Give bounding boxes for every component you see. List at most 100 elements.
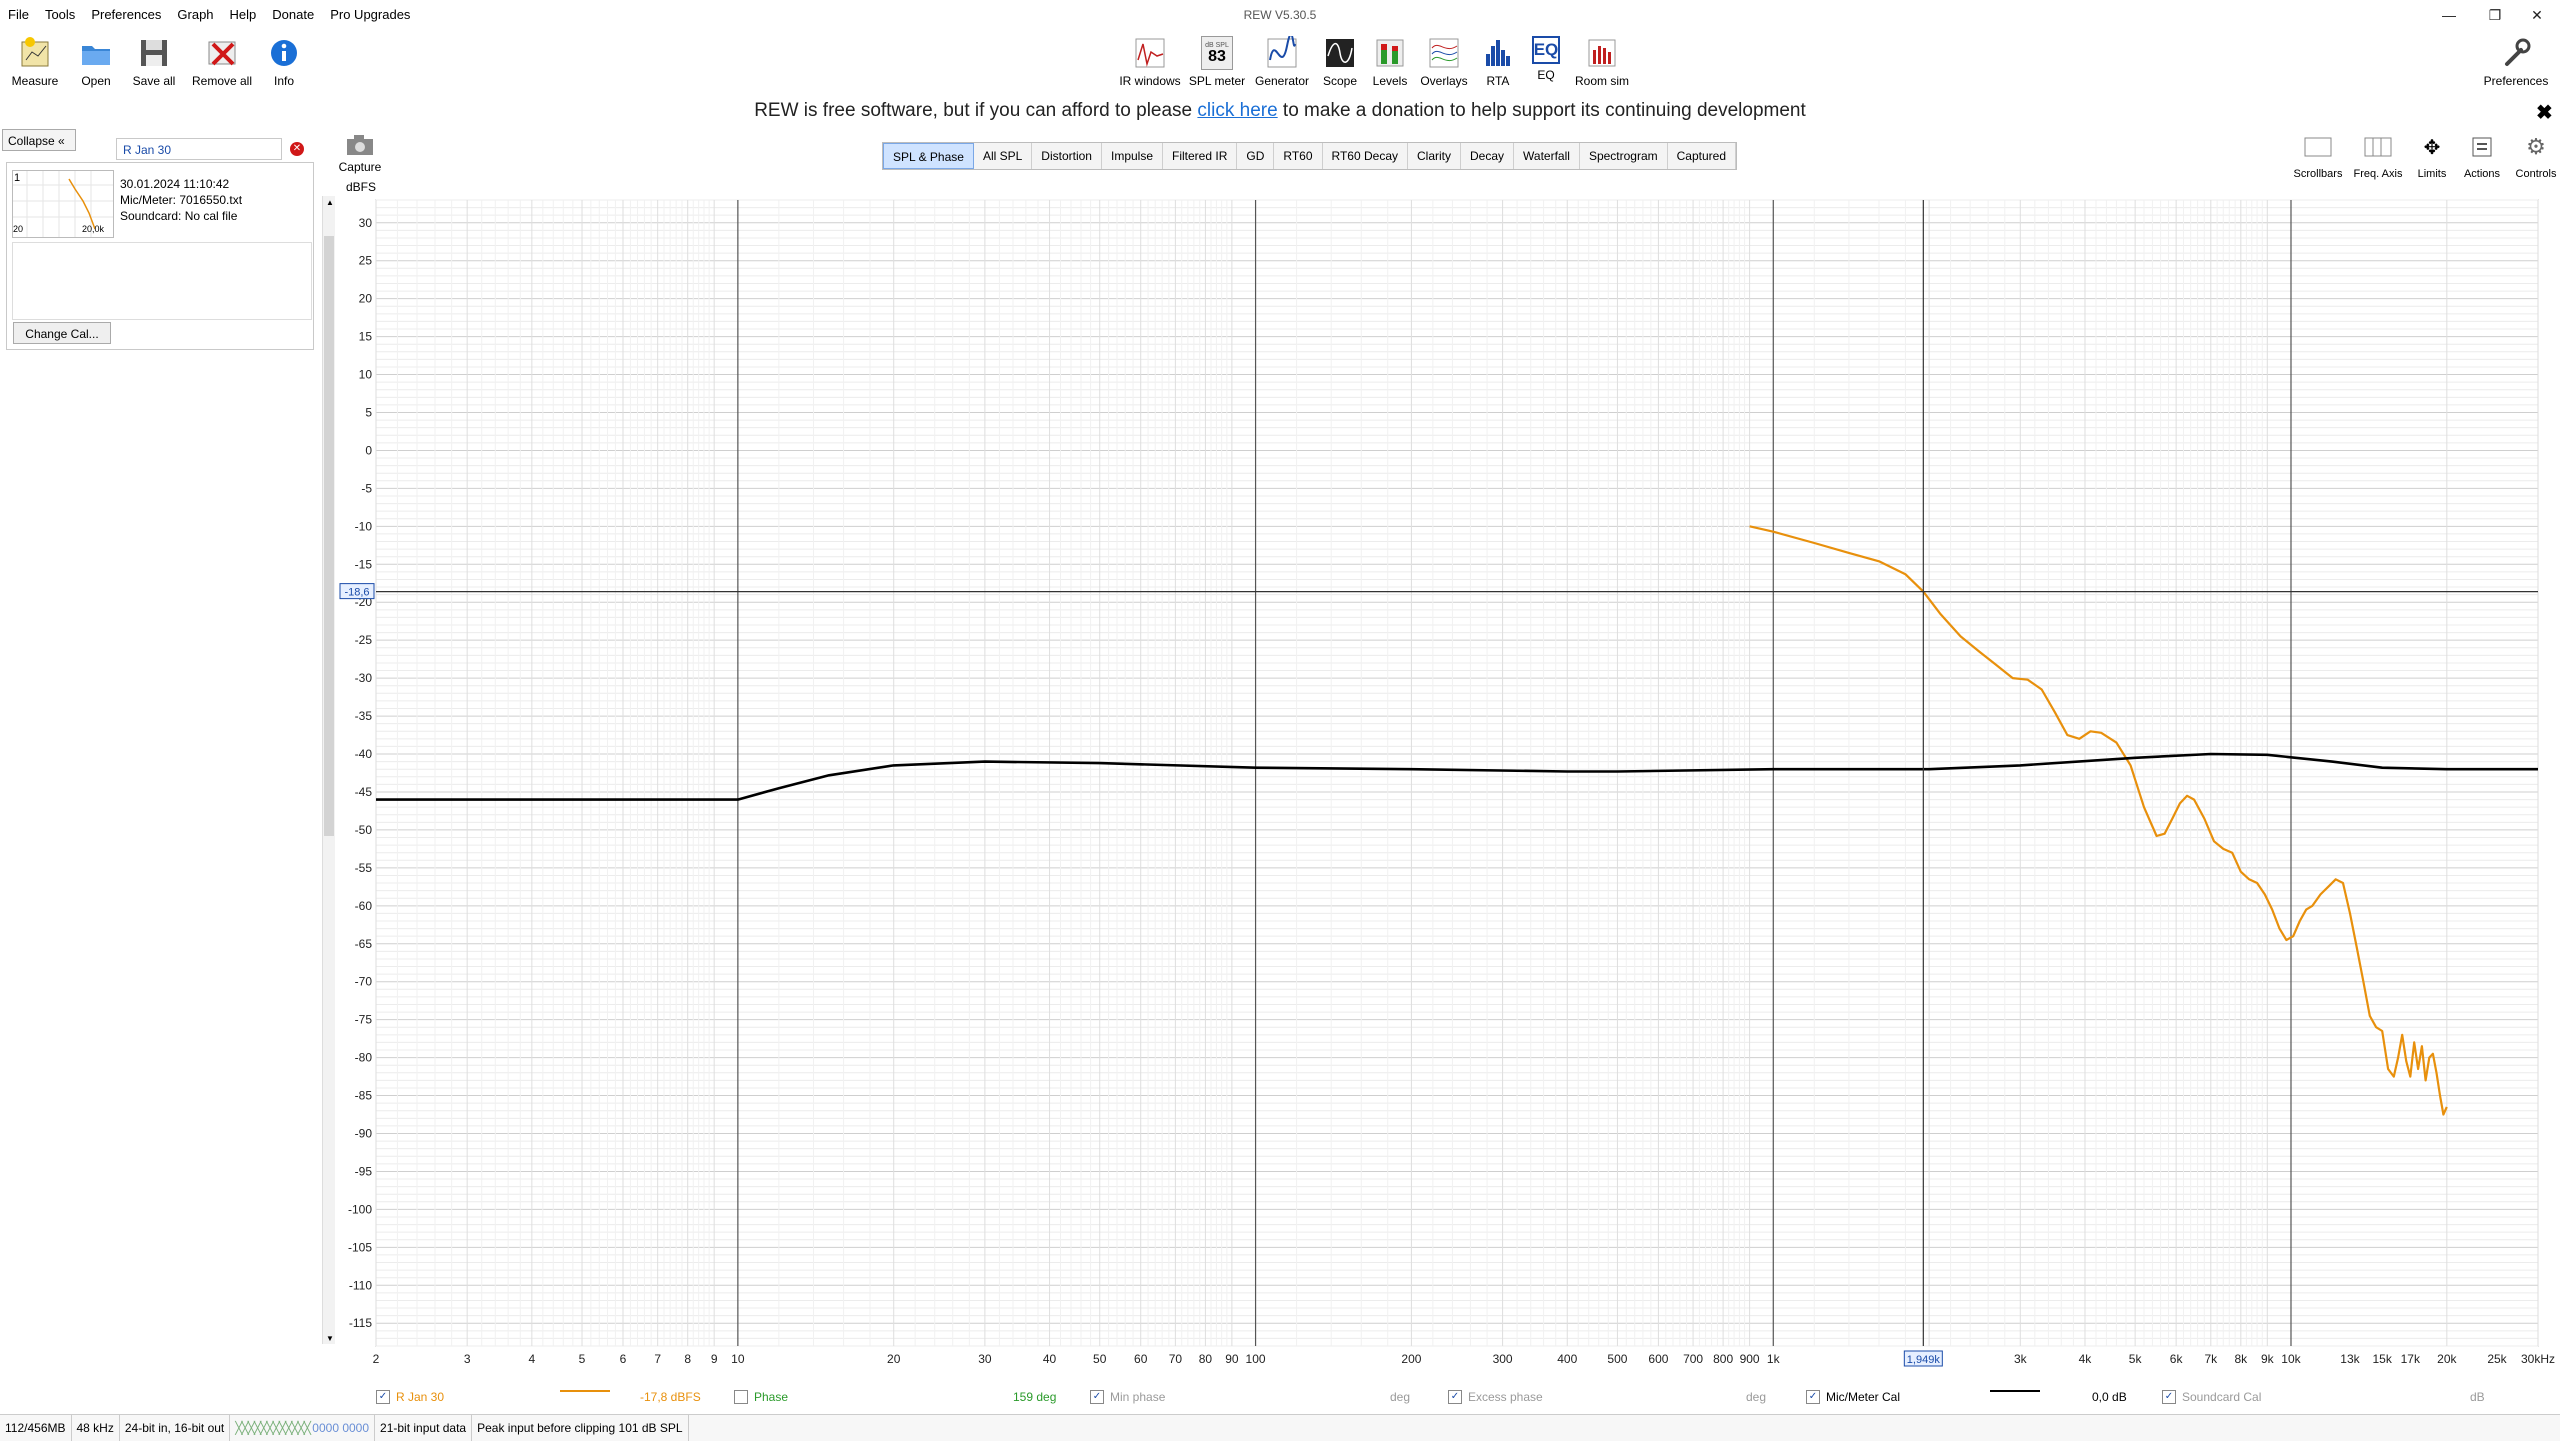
x-tick-label: 400 xyxy=(1557,1352,1577,1366)
series1-swatch xyxy=(560,1390,610,1392)
legend-series1: ✓ R Jan 30 xyxy=(376,1390,444,1404)
status-bar: 112/456MB 48 kHz 24-bit in, 16-bit out ╳… xyxy=(0,1414,2560,1441)
spl-graph[interactable]: 302520151050-5-10-15-20-25-30-35-40-45-5… xyxy=(0,0,2560,1440)
x-tick-label: 30 xyxy=(978,1352,992,1366)
x-tick-label: 40 xyxy=(1043,1352,1057,1366)
x-tick-label: 10 xyxy=(731,1352,745,1366)
x-tick-label: 30kHz xyxy=(2521,1352,2555,1366)
series1-checkbox[interactable]: ✓ xyxy=(376,1390,390,1404)
x-tick-label: 100 xyxy=(1246,1352,1266,1366)
x-axis-ticks: 2 3 4 5 6 7 8 9 10 20 30 40 50 60 70 80 90 100 200 300 400 50… xyxy=(373,1352,2555,1366)
cursor-frequency-label: 1,949k xyxy=(1907,1354,1941,1366)
mic-cal-name: Mic/Meter Cal xyxy=(1826,1390,1901,1404)
x-tick-label: 600 xyxy=(1648,1352,1668,1366)
min-phase-checkbox[interactable]: ✓ xyxy=(1090,1390,1104,1404)
mic-cal-value: 0,0 dB xyxy=(2092,1390,2127,1404)
x-tick-label: 200 xyxy=(1401,1352,1421,1366)
y-tick-label: -115 xyxy=(349,1316,372,1330)
y-tick-label: 0 xyxy=(365,443,372,457)
x-tick-label: 4 xyxy=(529,1352,536,1366)
y-tick-label: -65 xyxy=(355,937,373,951)
x-tick-label: 17k xyxy=(2401,1352,2421,1366)
x-tick-label: 8k xyxy=(2234,1352,2248,1366)
phase-value: 159 deg xyxy=(1013,1390,1057,1404)
y-tick-label: -85 xyxy=(355,1089,373,1103)
y-tick-label: -5 xyxy=(361,481,372,495)
x-tick-label: 25k xyxy=(2487,1352,2507,1366)
input-meter: ╳╳╳╳╳╳╳╳╳╳╳╳ 0000 0000 xyxy=(230,1415,376,1441)
y-tick-label: -50 xyxy=(355,823,373,837)
y-tick-label: -80 xyxy=(355,1051,373,1065)
phase-name: Phase xyxy=(754,1390,789,1404)
x-tick-label: 1k xyxy=(1767,1352,1781,1366)
y-tick-label: -10 xyxy=(355,519,373,533)
y-tick-label: -25 xyxy=(355,633,373,647)
y-tick-label: -90 xyxy=(355,1126,373,1140)
excess-phase-unit: deg xyxy=(1746,1390,1767,1404)
x-tick-label: 800 xyxy=(1713,1352,1733,1366)
x-tick-label: 700 xyxy=(1683,1352,1703,1366)
legend-min-phase: ✓ Min phase xyxy=(1090,1390,1165,1404)
y-tick-label: -60 xyxy=(355,899,373,913)
x-tick-label: 10k xyxy=(2281,1352,2301,1366)
y-tick-label: 5 xyxy=(365,406,372,420)
x-tick-label: 7k xyxy=(2204,1352,2218,1366)
mic-cal-checkbox[interactable]: ✓ xyxy=(1806,1390,1820,1404)
y-tick-label: -30 xyxy=(355,671,373,685)
x-tick-label: 90 xyxy=(1225,1352,1239,1366)
bit-depth: 24-bit in, 16-bit out xyxy=(120,1415,231,1441)
legend-soundcard-cal: ✓ Soundcard Cal xyxy=(2162,1390,2261,1404)
x-tick-label: 6k xyxy=(2170,1352,2184,1366)
phase-checkbox[interactable] xyxy=(734,1390,748,1404)
soundcard-cal-unit: dB xyxy=(2470,1390,2485,1404)
input-data-bits: 21-bit input data xyxy=(375,1415,473,1441)
excess-phase-checkbox[interactable]: ✓ xyxy=(1448,1390,1462,1404)
input-meter-value: 0000 0000 xyxy=(312,1421,370,1435)
y-tick-label: -110 xyxy=(349,1278,372,1292)
soundcard-cal-checkbox[interactable]: ✓ xyxy=(2162,1390,2176,1404)
plot-area xyxy=(375,199,2539,1347)
x-tick-label: 5k xyxy=(2129,1352,2143,1366)
legend-phase: Phase xyxy=(734,1390,788,1404)
peak-input-info: Peak input before clipping 101 dB SPL xyxy=(472,1415,689,1441)
x-tick-label: 50 xyxy=(1093,1352,1107,1366)
y-axis-ticks: 302520151050-5-10-15-20-25-30-35-40-45-5… xyxy=(348,216,372,1330)
y-tick-label: 10 xyxy=(359,368,373,382)
soundcard-cal-name: Soundcard Cal xyxy=(2182,1390,2262,1404)
x-tick-label: 9 xyxy=(711,1352,718,1366)
x-tick-label: 80 xyxy=(1199,1352,1213,1366)
x-tick-label: 70 xyxy=(1169,1352,1183,1366)
x-tick-label: 20k xyxy=(2437,1352,2457,1366)
x-tick-label: 3k xyxy=(2014,1352,2028,1366)
graph-legend: ✓ R Jan 30 -17,8 dBFS Phase 159 deg ✓ Mi… xyxy=(370,1386,2540,1410)
y-tick-label: -95 xyxy=(355,1164,373,1178)
input-meter-bars: ╳╳╳╳╳╳╳╳╳╳╳╳ xyxy=(235,1421,313,1435)
x-tick-label: 500 xyxy=(1607,1352,1627,1366)
x-tick-label: 6 xyxy=(620,1352,627,1366)
min-phase-name: Min phase xyxy=(1110,1390,1166,1404)
y-tick-label: -105 xyxy=(348,1240,372,1254)
x-tick-label: 5 xyxy=(579,1352,586,1366)
y-tick-label: 15 xyxy=(359,330,373,344)
x-tick-label: 9k xyxy=(2261,1352,2275,1366)
y-tick-label: -15 xyxy=(355,557,373,571)
y-tick-label: -40 xyxy=(355,747,373,761)
x-tick-label: 20 xyxy=(887,1352,901,1366)
x-tick-label: 2 xyxy=(373,1352,380,1366)
series1-value: -17,8 dBFS xyxy=(640,1390,701,1404)
y-tick-label: -55 xyxy=(355,861,373,875)
y-tick-label: 20 xyxy=(359,292,373,306)
x-tick-label: 900 xyxy=(1740,1352,1760,1366)
x-tick-label: 8 xyxy=(684,1352,691,1366)
excess-phase-name: Excess phase xyxy=(1468,1390,1543,1404)
x-tick-label: 3 xyxy=(464,1352,471,1366)
memory-usage: 112/456MB xyxy=(0,1415,72,1441)
x-tick-label: 13k xyxy=(2340,1352,2360,1366)
x-tick-label: 4k xyxy=(2079,1352,2093,1366)
x-tick-label: 300 xyxy=(1493,1352,1513,1366)
y-tick-label: -100 xyxy=(348,1202,372,1216)
y-tick-label: -45 xyxy=(355,785,373,799)
y-tick-label: 30 xyxy=(359,216,373,230)
legend-excess-phase: ✓ Excess phase xyxy=(1448,1390,1543,1404)
mic-cal-swatch xyxy=(1990,1390,2040,1392)
